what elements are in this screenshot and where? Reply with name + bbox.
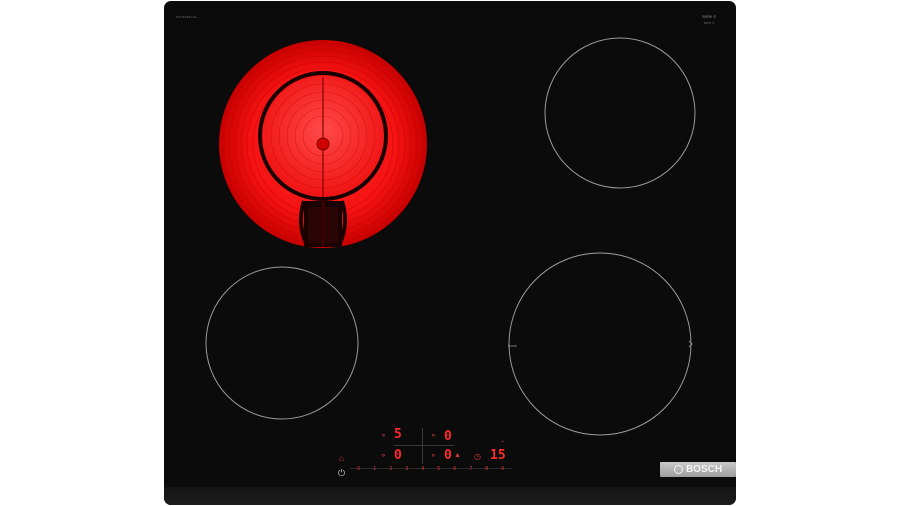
front-edge xyxy=(164,487,736,505)
level-display-front-left: 0 xyxy=(394,448,402,463)
brand-name: BOSCH xyxy=(685,464,723,475)
timer-up-icon[interactable]: ⌃ xyxy=(500,440,505,448)
bosch-logo-icon xyxy=(673,465,683,474)
childlock-icon[interactable]: ⌂ xyxy=(339,455,344,463)
slider-step[interactable]: 8 xyxy=(485,466,489,472)
panel-divider xyxy=(422,428,423,464)
slider-step[interactable]: 6 xyxy=(453,466,457,472)
level-display-front-right: 0 xyxy=(444,448,452,463)
level-display-rear-right: 0 xyxy=(444,429,452,444)
slider-step[interactable]: 4 xyxy=(421,466,425,472)
slider-step[interactable]: 1 xyxy=(373,466,377,472)
zone-select-front-left-icon[interactable]: ⚬ xyxy=(380,452,387,460)
slider-step[interactable]: 2 xyxy=(389,466,393,472)
power-icon[interactable]: ⏻ xyxy=(338,469,345,478)
cooktop-glass: PKN645BA1E serie 4 serie 4 boost ⚬ 5 · ⚬… xyxy=(164,1,736,505)
zone-front-right xyxy=(508,252,692,436)
brand-plate: BOSCH xyxy=(660,462,736,477)
timer-display: 15 xyxy=(490,448,506,463)
level-display-rear-left: 5 xyxy=(394,427,402,442)
zone-front-left xyxy=(205,266,359,420)
boost-icon: ▲ xyxy=(454,452,461,459)
zone-select-front-right-icon[interactable]: ⚬ xyxy=(430,452,437,460)
zone-rear-right xyxy=(544,37,696,189)
timer-icon[interactable]: ◷ xyxy=(474,453,481,461)
zone-select-rear-left-icon[interactable]: ⚬ xyxy=(380,432,387,440)
zone-rear-left xyxy=(219,40,427,248)
dot-indicator-icon: · xyxy=(405,432,407,438)
boost-label: boost xyxy=(508,344,517,348)
slider-step[interactable]: 9 xyxy=(501,466,505,472)
slider-step[interactable]: 7 xyxy=(469,466,473,472)
slider-step[interactable]: 3 xyxy=(405,466,409,472)
zone-select-rear-right-icon[interactable]: ⚬ xyxy=(430,432,437,440)
slider-step[interactable]: 0 xyxy=(357,466,361,472)
panel-divider-h xyxy=(394,445,454,446)
slider-step[interactable]: 5 xyxy=(437,466,441,472)
control-panel: ⚬ 5 · ⚬ 0 ⚬ 0 ⚬ 0 ▲ ◷ 15 ⌃ ⌂ ⏻ xyxy=(334,426,514,486)
